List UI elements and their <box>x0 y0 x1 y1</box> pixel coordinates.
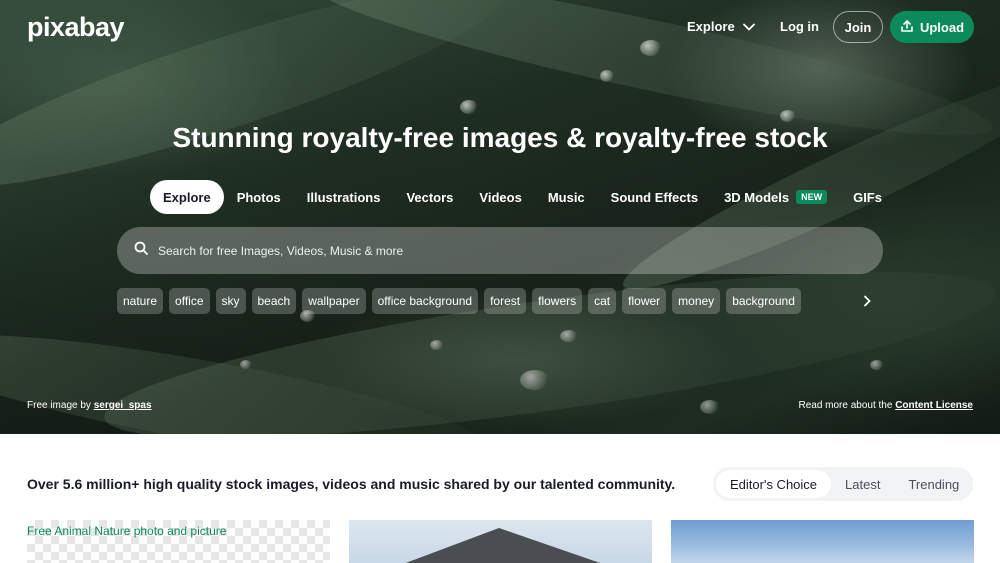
tab-vectors[interactable]: Vectors <box>393 180 466 214</box>
chip-office[interactable]: office <box>169 288 210 314</box>
chip-flowers[interactable]: flowers <box>532 288 583 314</box>
content-license-link[interactable]: Content License <box>895 400 973 411</box>
tab-3d-models[interactable]: 3D Models NEW <box>711 180 840 214</box>
new-badge: NEW <box>796 190 828 204</box>
media-type-tabs: Explore Photos Illustrations Vectors Vid… <box>150 180 895 214</box>
image-card[interactable] <box>671 520 974 563</box>
chip-office-background[interactable]: office background <box>371 288 479 314</box>
chip-cat[interactable]: cat <box>588 288 617 314</box>
chevron-down-icon <box>742 19 755 34</box>
image-author-link[interactable]: sergei_spas <box>94 400 152 411</box>
sort-toggle: Editor's Choice Latest Trending <box>713 467 973 501</box>
license-note: Read more about the Content License <box>798 400 973 411</box>
upload-icon <box>900 19 914 36</box>
search-icon[interactable] <box>134 241 148 260</box>
tab-sound-effects[interactable]: Sound Effects <box>598 180 711 214</box>
tab-illustrations[interactable]: Illustrations <box>294 180 394 214</box>
chip-wallpaper[interactable]: wallpaper <box>302 288 366 314</box>
login-link[interactable]: Log in <box>780 19 819 34</box>
search-input[interactable] <box>158 243 758 258</box>
image-card-caption[interactable]: Free Animal Nature photo and picture <box>27 524 226 538</box>
tab-3d-models-label: 3D Models <box>724 189 790 205</box>
tab-music[interactable]: Music <box>535 180 598 214</box>
image-card[interactable]: Free Animal Nature photo and picture <box>27 520 330 563</box>
hero-background <box>0 0 1000 434</box>
chip-money[interactable]: money <box>672 288 721 314</box>
search-bar <box>117 227 883 274</box>
chip-nature[interactable]: nature <box>117 288 164 314</box>
chip-forest[interactable]: forest <box>484 288 527 314</box>
image-credit: Free image by sergei_spas <box>27 400 152 411</box>
explore-menu-label: Explore <box>687 19 735 34</box>
chip-background[interactable]: background <box>726 288 801 314</box>
image-card[interactable] <box>349 520 652 563</box>
image-credit-prefix: Free image by <box>27 400 91 411</box>
hero-headline: Stunning royalty-free images & royalty-f… <box>172 122 828 153</box>
join-button[interactable]: Join <box>833 11 883 43</box>
sort-editors-choice[interactable]: Editor's Choice <box>716 470 832 498</box>
explore-menu-button[interactable]: Explore <box>687 19 755 34</box>
upload-button[interactable]: Upload <box>890 11 974 43</box>
tab-videos[interactable]: Videos <box>466 180 534 214</box>
chip-sky[interactable]: sky <box>215 288 246 314</box>
popular-searches: nature office sky beach wallpaper office… <box>117 288 801 314</box>
tab-photos[interactable]: Photos <box>224 180 294 214</box>
sort-latest[interactable]: Latest <box>831 470 894 498</box>
upload-button-label: Upload <box>919 19 965 35</box>
mountain-thumbnail <box>379 528 629 563</box>
chip-beach[interactable]: beach <box>251 288 297 314</box>
license-note-prefix: Read more about the <box>798 400 893 411</box>
community-tagline: Over 5.6 million+ high quality stock ima… <box>27 476 676 492</box>
tab-explore[interactable]: Explore <box>150 180 224 214</box>
chevron-right-icon[interactable] <box>858 292 876 310</box>
chip-flower[interactable]: flower <box>622 288 667 314</box>
tab-gifs[interactable]: GIFs <box>840 180 895 214</box>
pixabay-logo[interactable]: pixabay <box>27 12 125 43</box>
sort-trending[interactable]: Trending <box>894 470 973 498</box>
